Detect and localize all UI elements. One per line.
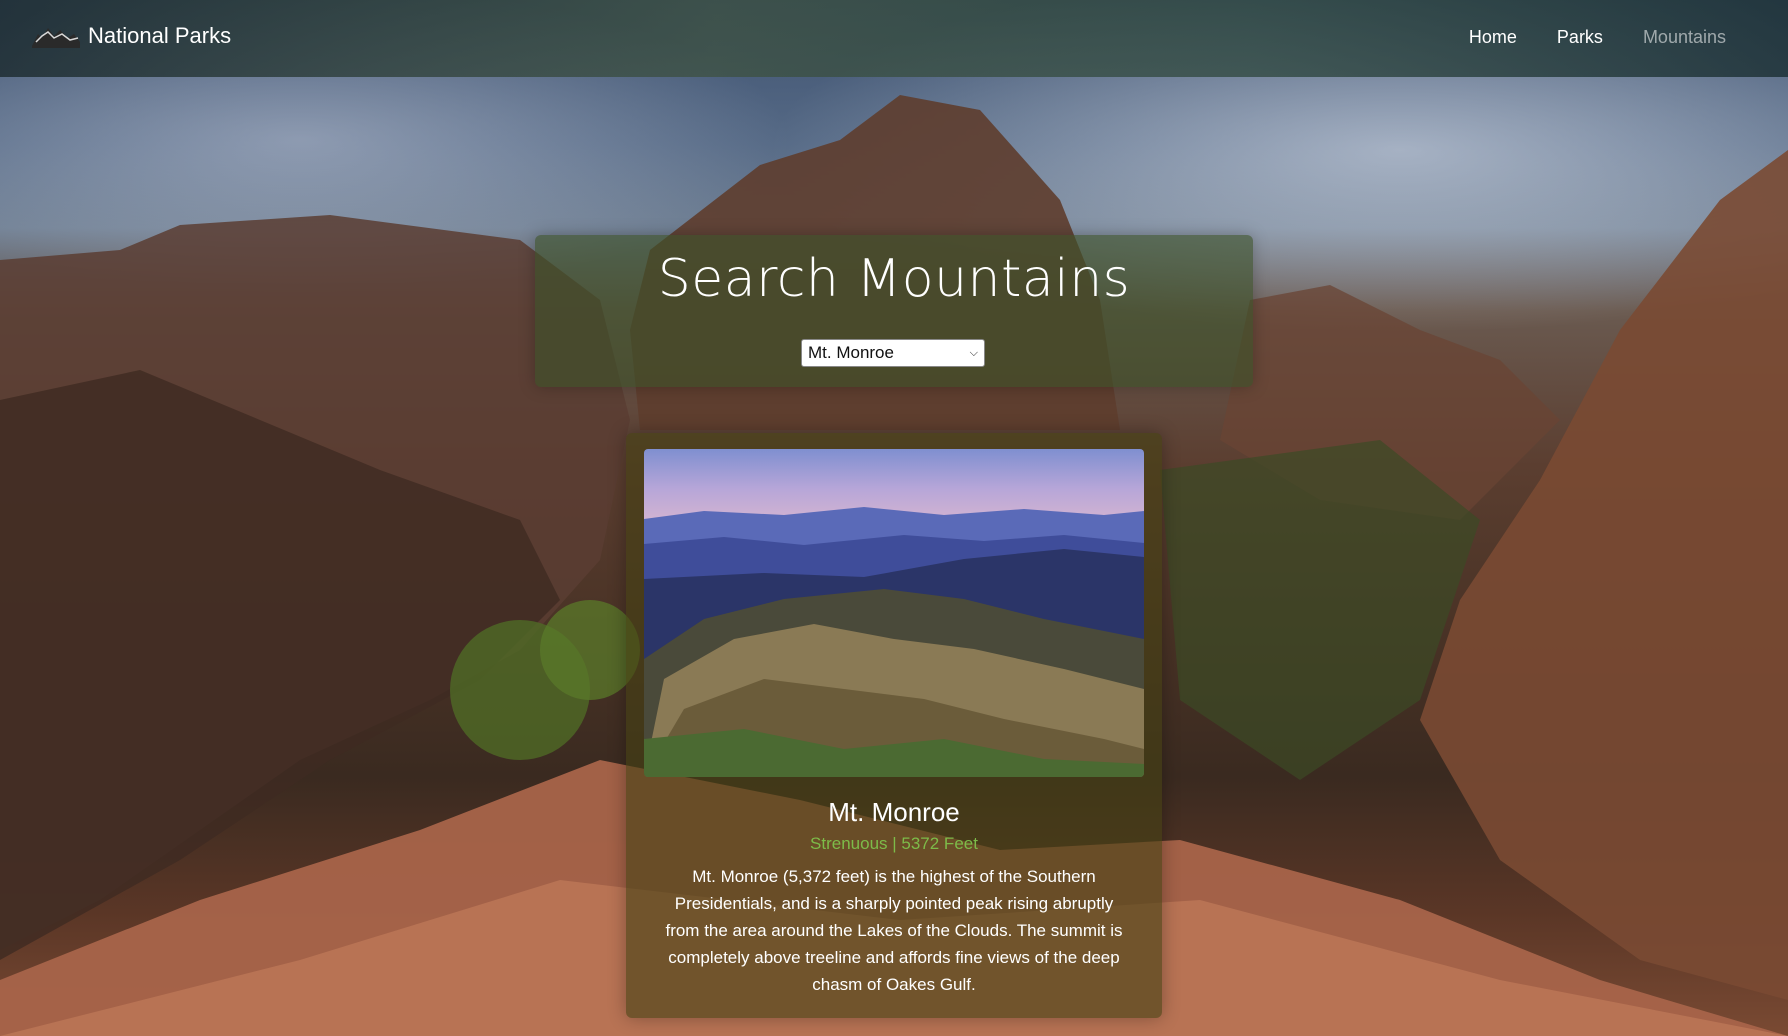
mountain-description: Mt. Monroe (5,372 feet) is the highest o… [665, 867, 1123, 994]
mountain-photo [644, 449, 1144, 777]
brand-link[interactable]: National Parks [32, 20, 231, 52]
nav-links: Home Parks Mountains [1469, 27, 1726, 48]
mountain-name: Mt. Monroe [828, 797, 960, 827]
search-panel: Search Mountains Mt. Monroe ⌵ [535, 235, 1253, 387]
brand-name: National Parks [88, 23, 232, 48]
nav-link-home[interactable]: Home [1469, 27, 1517, 48]
mountain-logo-icon [32, 28, 80, 48]
mountain-select[interactable]: Mt. Monroe ⌵ [801, 339, 985, 367]
nav-link-parks[interactable]: Parks [1557, 27, 1603, 48]
mountain-select-value: Mt. Monroe [808, 343, 894, 362]
top-navbar: National Parks Home Parks Mountains [0, 0, 1788, 77]
mountain-difficulty-elevation: Strenuous | 5372 Feet [810, 834, 978, 853]
nav-link-mountains[interactable]: Mountains [1643, 27, 1726, 48]
mountain-card: Mt. Monroe Strenuous | 5372 Feet Mt. Mon… [626, 433, 1162, 1018]
page-title: Search Mountains [657, 249, 1131, 309]
chevron-down-icon: ⌵ [969, 346, 978, 359]
